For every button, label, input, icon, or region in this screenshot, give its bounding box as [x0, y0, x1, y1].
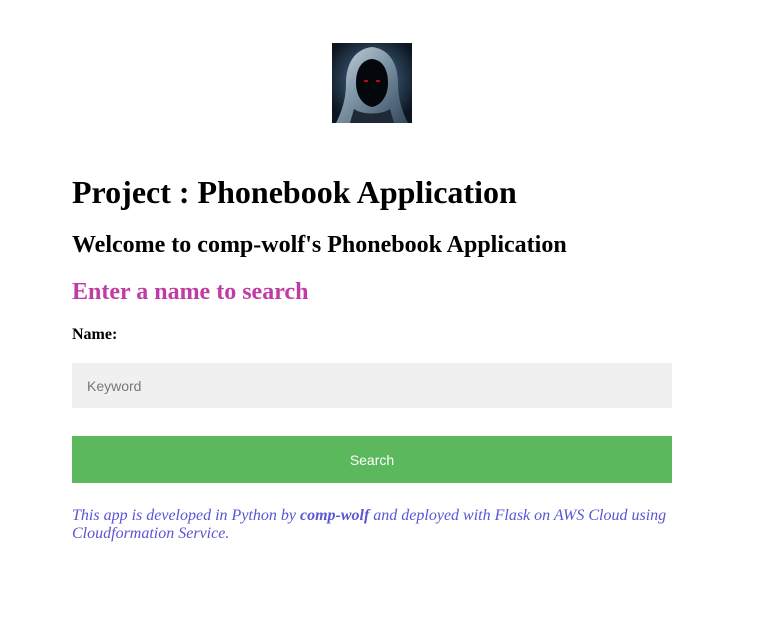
footer-note: This app is developed in Python by comp-… — [72, 507, 682, 543]
footer-text-before: This app is developed in Python by — [72, 507, 300, 524]
name-label: Name: — [72, 326, 118, 343]
keyword-input[interactable] — [72, 363, 672, 408]
page-title: Project : Phonebook Application — [72, 174, 517, 210]
footer-author: comp-wolf — [299, 507, 370, 524]
welcome-heading: Welcome to comp-wolf's Phonebook Applica… — [72, 232, 567, 258]
search-prompt-heading: Enter a name to search — [72, 279, 309, 305]
hooded-figure-logo-icon — [332, 43, 412, 123]
search-button[interactable]: Search — [72, 436, 672, 483]
